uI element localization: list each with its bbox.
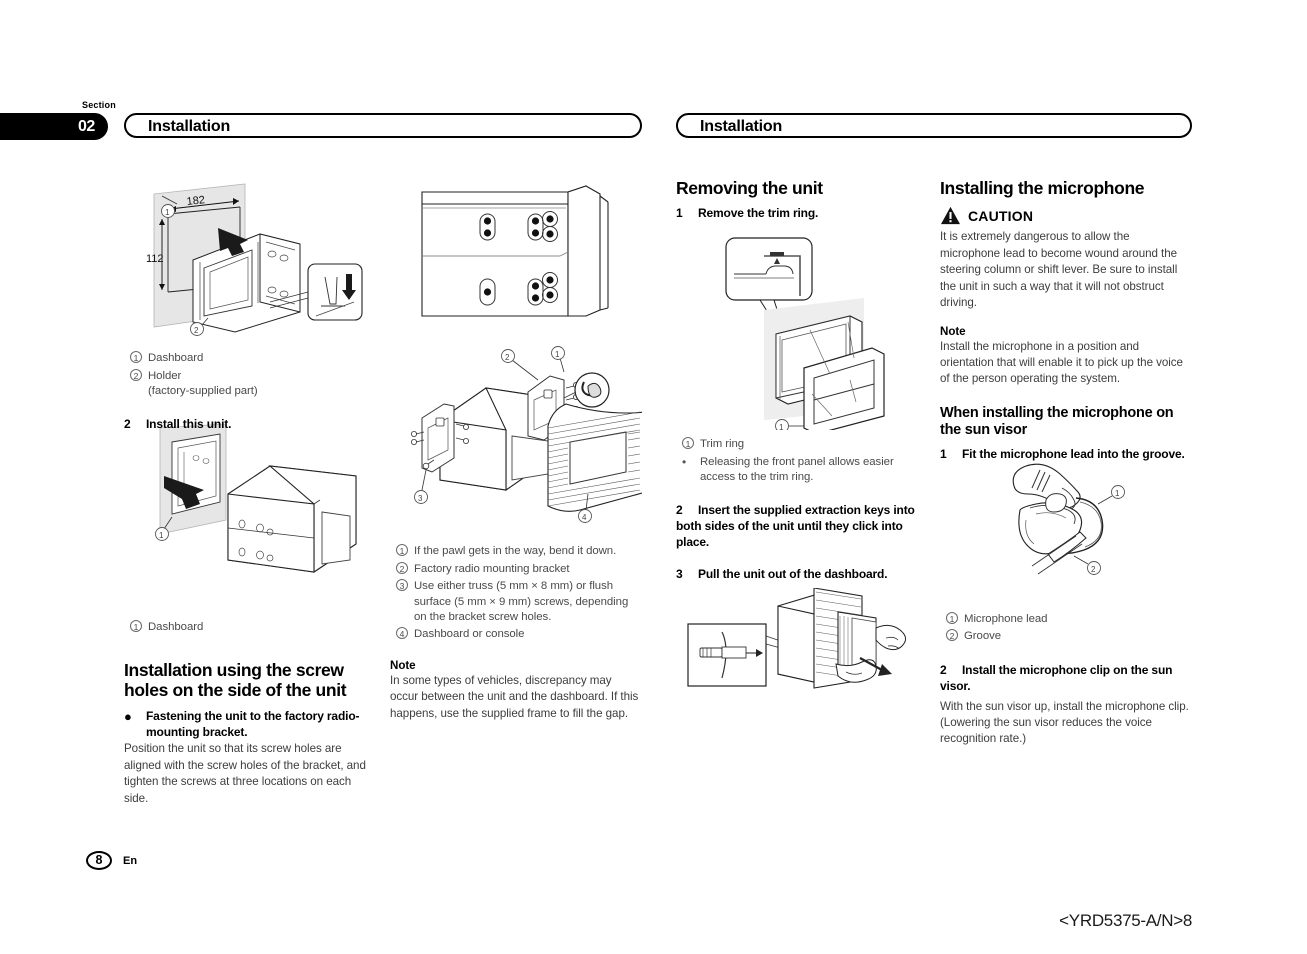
step-fit-microphone-lead: 1 Fit the microphone lead into the groov… [940, 447, 1192, 463]
callout-marker: 1 [124, 351, 148, 368]
step-text: Remove the trim ring. [698, 206, 819, 221]
key-item: 1 Trim ring [676, 437, 918, 454]
running-head-right-label: Installation [700, 118, 783, 135]
callout-marker: 2 [124, 368, 148, 400]
key-list-fig5: 1 Trim ring • Releasing the front panel … [676, 437, 918, 486]
step-number: 2 [940, 662, 947, 677]
figure-pull-unit-out [687, 588, 906, 689]
callout-marker: 1 [676, 437, 700, 454]
note-text: In some types of vehicles, discrepancy m… [390, 674, 639, 720]
note-heading: Note [940, 324, 966, 338]
section-number: 02 [78, 118, 95, 135]
step-number: 1 [676, 206, 683, 221]
key-text: Dashboard or console [414, 627, 525, 640]
bullet-text: Fastening the unit to the factory radio-… [146, 708, 360, 739]
caution-label: CAUTION [968, 208, 1034, 225]
note-heading: Note [390, 659, 416, 672]
subheading-sun-visor: When installing the microphone on the su… [940, 404, 1174, 439]
callout-marker: 1 [940, 611, 964, 629]
bullet-marker: • [682, 454, 687, 469]
callout-marker: 3 [390, 579, 414, 626]
step-text: Insert the supplied extraction keys into… [676, 502, 915, 549]
paragraph-position-unit: Position the unit so that its screw hole… [124, 742, 366, 805]
step-number: 1 [940, 446, 947, 461]
callout-marker: 2 [940, 629, 964, 646]
column-2: 1 If the pawl gets in the way, bend it d… [390, 170, 642, 725]
key-list-fig1: 1 Dashboard 2 Holder (factory-supplied p… [124, 351, 374, 400]
callout-marker: 1 [124, 620, 148, 637]
key-text: Dashboard [148, 621, 204, 634]
key-text: Dashboard [148, 352, 204, 364]
note-text: Install the microphone in a position and… [940, 339, 1183, 386]
key-list-fig2: 1 Dashboard [124, 620, 374, 637]
callout-marker: 1 [390, 544, 414, 561]
language-code: En [123, 855, 138, 867]
step-install-microphone-clip: 2 Install the microphone clip on the sun … [940, 663, 1192, 695]
key-text: Factory radio mounting bracket [414, 562, 570, 575]
step-text: Install this unit. [146, 416, 232, 431]
key-text: Microphone lead [964, 612, 1048, 625]
key-item: 1 Microphone lead [940, 611, 1192, 629]
key-text: If the pawl gets in the way, bend it dow… [414, 545, 617, 557]
column-1: 1 Dashboard 2 Holder (factory-supplied p… [124, 170, 374, 810]
key-item: 2 Groove [940, 629, 1192, 646]
step-pull-unit-out: 3 Pull the unit out of the dashboard. [676, 567, 918, 583]
section-number-badge: 02 [0, 113, 108, 140]
manual-page: Section 02 Installation Installation 1 2… [0, 0, 1307, 954]
callout-marker: 4 [390, 626, 414, 644]
key-list-fig4: 1 If the pawl gets in the way, bend it d… [390, 544, 642, 643]
key-text-sub: (factory-supplied part) [148, 385, 258, 397]
page-number: 8 [86, 851, 112, 870]
key-text: Releasing the front panel allows easier … [700, 455, 894, 484]
step-text: Fit the microphone lead into the groove. [962, 446, 1185, 461]
key-text-main: Holder [148, 369, 182, 382]
step-number: 3 [676, 566, 683, 581]
heading-removing-unit: Removing the unit [676, 178, 823, 198]
running-head-left-label: Installation [148, 118, 231, 135]
step-number: 2 [676, 502, 683, 517]
column-4: Installing the microphone CAUTION It is … [940, 178, 1192, 751]
key-text: Groove [964, 630, 1002, 643]
key-list-fig7: 1 Microphone lead 2 Groove [940, 611, 1192, 646]
caution-text: It is extremely dangerous to allow the m… [940, 230, 1178, 310]
key-item: 3 Use either truss (5 mm × 8 mm) or flus… [390, 579, 642, 626]
part-code: <YRD5375-A/N>8 [1059, 911, 1192, 930]
warning-triangle-icon [941, 207, 960, 225]
step-number: 2 [124, 416, 131, 431]
key-item: 2 Holder (factory-supplied part) [124, 368, 374, 400]
callout-marker: 2 [390, 561, 414, 579]
key-item: 1 Dashboard [124, 351, 374, 368]
running-head-left: Installation [124, 113, 642, 138]
section-label: Section [82, 100, 116, 110]
paragraph-sun-visor: With the sun visor up, install the micro… [940, 699, 1189, 746]
key-item: 4 Dashboard or console [390, 626, 642, 644]
key-item: 2 Factory radio mounting bracket [390, 561, 642, 579]
bullet-fastening-unit: ● Fastening the unit to the factory radi… [124, 709, 374, 741]
key-text: Trim ring [700, 438, 745, 451]
key-item: 1 Dashboard [124, 620, 374, 637]
heading-screw-holes: Installation using the screw holes on th… [124, 659, 347, 701]
step-text: Install the microphone clip on the sun v… [940, 662, 1173, 693]
step-remove-trim-ring: 1 Remove the trim ring. [676, 206, 918, 222]
step-text: Pull the unit out of the dashboard. [698, 566, 888, 581]
key-text: Holder (factory-supplied part) [148, 369, 374, 400]
key-item: • Releasing the front panel allows easie… [676, 455, 918, 486]
bullet-dot: ● [124, 708, 132, 724]
step-insert-extraction-keys: 2 Insert the supplied extraction keys int… [676, 503, 918, 551]
key-text: Use either truss (5 mm × 8 mm) or flush … [414, 580, 629, 623]
column-3: Removing the unit 1 Remove the trim ring… [676, 178, 918, 587]
heading-installing-microphone: Installing the microphone [940, 178, 1145, 198]
caution-header: CAUTION [940, 206, 1192, 225]
step-install-this-unit: 2 Install this unit. [124, 417, 374, 433]
running-head-right: Installation [676, 113, 1192, 138]
key-item: 1 If the pawl gets in the way, bend it d… [390, 544, 642, 561]
